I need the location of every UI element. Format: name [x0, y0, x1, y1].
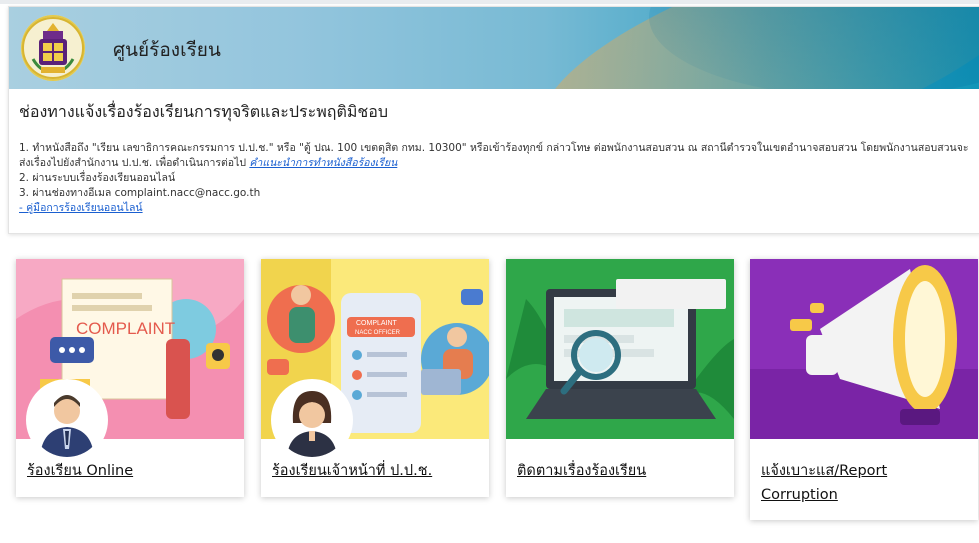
- card-track-complaint[interactable]: ติดตามเรื่องร้องเรียน: [506, 259, 734, 497]
- card-complaint-officer[interactable]: COMPLAINT NACC OFFICER ร้องเรียนเจ้าหน้า…: [261, 259, 489, 497]
- channel-letter-text: 1. ทำหนังสือถึง "เรียน เลขาธิการคณะกรรมก…: [19, 142, 969, 169]
- card-complaint-online[interactable]: COMPLAINT ร้องเรียน Online: [16, 259, 244, 497]
- channels-list: 1. ทำหนังสือถึง "เรียน เลขาธิการคณะกรรมก…: [19, 141, 969, 216]
- officer-art-subtext: NACC OFFICER: [355, 330, 401, 336]
- officer-art-text: COMPLAINT: [356, 320, 398, 327]
- card-label[interactable]: ร้องเรียนเจ้าหน้าที่ ป.ป.ช.: [272, 459, 432, 483]
- channel-item-online: 2. ผ่านระบบเรื่องร้องเรียนออนไลน์: [19, 172, 176, 184]
- header-banner: ศูนย์ร้องเรียน: [9, 7, 979, 89]
- channel-item-letter: 1. ทำหนังสือถึง "เรียน เลขาธิการคณะกรรมก…: [19, 141, 969, 171]
- letter-guide-link[interactable]: คำแนะนำการทำหนังสือร้องเรียน: [249, 157, 397, 169]
- avatar: [275, 383, 349, 457]
- avatar: [30, 383, 104, 457]
- complaint-art-text: COMPLAINT: [76, 319, 175, 338]
- top-edge: [0, 0, 979, 4]
- card-report-corruption[interactable]: แจ้งเบาะแส/Report Corruption: [750, 259, 978, 520]
- track-complaint-illustration: [506, 259, 734, 439]
- nacc-emblem-icon: [21, 15, 85, 81]
- card-label[interactable]: ร้องเรียน Online: [27, 459, 133, 483]
- page-title: ศูนย์ร้องเรียน: [113, 39, 221, 61]
- online-manual-link[interactable]: - คู่มือการร้องเรียนออนไลน์: [19, 202, 143, 214]
- report-corruption-illustration: [750, 259, 978, 439]
- card-label[interactable]: ติดตามเรื่องร้องเรียน: [517, 459, 646, 483]
- card-label[interactable]: แจ้งเบาะแส/Report Corruption: [761, 459, 961, 507]
- channels-heading: ช่องทางแจ้งเรื่องร้องเรียนการทุจริตและปร…: [19, 102, 389, 121]
- complaint-info-panel: ศูนย์ร้องเรียน ช่องทางแจ้งเรื่องร้องเรีย…: [8, 6, 979, 234]
- channel-item-email: 3. ผ่านช่องทางอีเมล complaint.nacc@nacc.…: [19, 187, 261, 199]
